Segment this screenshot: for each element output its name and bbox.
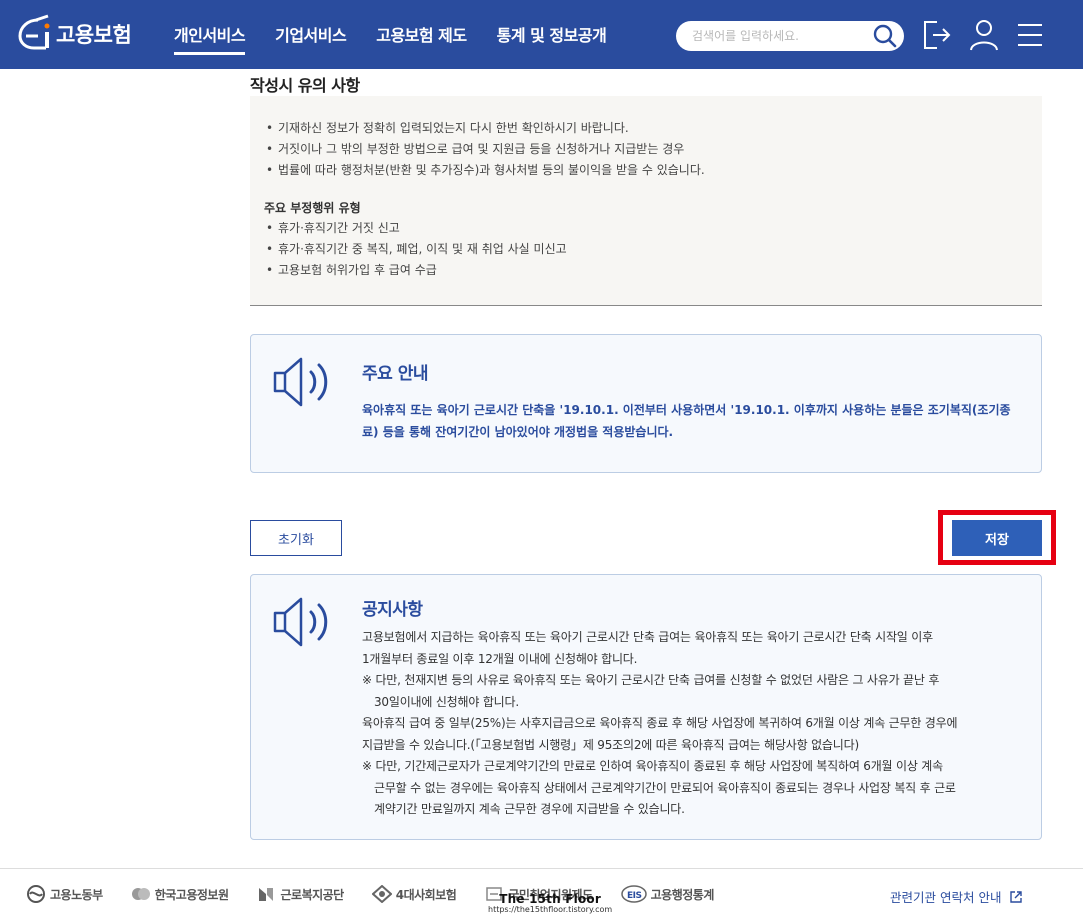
- logo-text: 고용보험: [56, 23, 132, 47]
- svg-text:EIS: EIS: [627, 891, 641, 901]
- board-notice-text: 고용보험에서 지급하는 육아휴직 또는 육아기 근로시간 단축 급여는 육아휴직…: [362, 627, 1022, 821]
- search-input[interactable]: [692, 26, 862, 46]
- nav-personal-service[interactable]: 개인서비스: [174, 22, 246, 55]
- main-nav: 개인서비스 기업서비스 고용보험 제도 통계 및 정보공개: [174, 22, 636, 55]
- board-notice-box: 공지사항 고용보험에서 지급하는 육아휴직 또는 육아기 근로시간 단축 급여는…: [250, 574, 1042, 840]
- footer-link-label: 고용노동부: [50, 887, 103, 902]
- board-line: 근무할 수 없는 경우에는 육아휴직 상태에서 근로계약기간이 만료되어 육아휴…: [374, 780, 956, 795]
- comwel-logo-icon: [259, 888, 274, 901]
- footer-link-label: 근로복지공단: [280, 887, 344, 902]
- speaker-icon: [273, 357, 328, 407]
- board-notice-title: 공지사항: [362, 600, 423, 620]
- nav-statistics[interactable]: 통계 및 정보공개: [497, 22, 607, 55]
- list-item: 기재하신 정보가 정확히 입력되었는지 다시 한번 확인하시기 바랍니다.: [264, 118, 1028, 139]
- board-line: 30일이내에 신청해야 합니다.: [374, 694, 519, 709]
- board-line: ※ 다만, 기간제근로자가 근로계약기간의 만료로 인하여 육아휴직이 종료된 …: [362, 759, 943, 773]
- board-line: 지급받을 수 있습니다.(「고용보험법 시행령」제 95조의2에 따른 육아휴직…: [362, 737, 859, 752]
- board-line: 계약기간 만료일까지 계속 근무한 경우에 지급받을 수 있습니다.: [374, 802, 685, 816]
- footer-link-comwel[interactable]: 근로복지공단: [256, 885, 344, 903]
- speaker-icon: [273, 597, 328, 647]
- user-icon[interactable]: [968, 18, 1000, 52]
- nav-insurance-system[interactable]: 고용보험 제도: [376, 22, 467, 55]
- keis-logo-icon: [131, 888, 150, 900]
- main-notice-title: 주요 안내: [362, 364, 428, 384]
- watermark-url: https://the15thfloor.tistory.com: [488, 905, 613, 914]
- top-header: 고용보험 개인서비스 기업서비스 고용보험 제도 통계 및 정보공개: [0, 0, 1083, 69]
- board-line: ※ 다만, 천재지변 등의 사유로 육아휴직 또는 육아기 근로시간 단축 급여…: [362, 673, 940, 687]
- watermark-title: The 15th Floor: [499, 892, 601, 906]
- footer-link-moel[interactable]: 고용노동부: [26, 885, 103, 903]
- related-contacts-label: 관련기관 연락처 안내: [890, 890, 1002, 905]
- main-notice-box: 주요 안내 육아휴직 또는 육아기 근로시간 단축을 '19.10.1. 이전부…: [250, 334, 1042, 473]
- external-link-icon: [1010, 890, 1023, 903]
- list-item: 법률에 따라 행정처분(반환 및 추가징수)과 형사처벌 등의 불이익을 받을 …: [264, 160, 1028, 181]
- list-item: 거짓이나 그 밖의 부정한 방법으로 급여 및 지원급 등을 신청하거나 지급받…: [264, 139, 1028, 160]
- search-box: [676, 21, 904, 51]
- reset-button[interactable]: 초기화: [250, 520, 342, 556]
- notice-box: 기재하신 정보가 정확히 입력되었는지 다시 한번 확인하시기 바랍니다. 거짓…: [250, 96, 1042, 306]
- board-line: 고용보험에서 지급하는 육아휴직 또는 육아기 근로시간 단축 급여는 육아휴직…: [362, 630, 933, 644]
- moel-logo-icon: [27, 885, 45, 903]
- eis-logo-icon: EIS: [620, 885, 647, 903]
- notice-list: 기재하신 정보가 정확히 입력되었는지 다시 한번 확인하시기 바랍니다. 거짓…: [264, 118, 1028, 181]
- watermark: The 15th Floor https://the15thfloor.tist…: [488, 892, 612, 914]
- fraud-types-list: 휴가·휴직기간 거짓 신고 휴가·휴직기간 중 복직, 폐업, 이직 및 재 취…: [264, 218, 1028, 281]
- footer-link-keis[interactable]: 한국고용정보원: [131, 885, 229, 903]
- footer-link-4insure[interactable]: 4대사회보험: [371, 885, 457, 903]
- footer-link-label: 한국고용정보원: [154, 887, 229, 902]
- footer-link-label: 4대사회보험: [395, 887, 457, 902]
- main-notice-text: 육아휴직 또는 육아기 근로시간 단축을 '19.10.1. 이전부터 사용하면…: [362, 403, 1011, 439]
- board-line: 육아휴직 급여 중 일부(25%)는 사후지급금으로 육아휴직 종료 후 해당 …: [362, 716, 958, 730]
- footer-links: 고용노동부 한국고용정보원 근로복지공단 4대사회보험 국민취업지원제도 EIS…: [26, 885, 742, 903]
- menu-icon[interactable]: [1014, 18, 1046, 52]
- save-button[interactable]: 저장: [952, 520, 1042, 556]
- site-logo[interactable]: 고용보험: [14, 14, 132, 54]
- search-icon[interactable]: [872, 24, 898, 48]
- fraud-types-title: 주요 부정행위 유형: [264, 201, 361, 215]
- list-item: 고용보험 허위가입 후 급여 수급: [264, 260, 1028, 281]
- related-contacts-link[interactable]: 관련기관 연락처 안내: [890, 887, 1023, 906]
- board-line: 1개월부터 종료일 이후 12개월 이내에 신청해야 합니다.: [362, 651, 638, 666]
- insure-logo-icon: [371, 885, 392, 903]
- list-item: 휴가·휴직기간 거짓 신고: [264, 218, 1028, 239]
- logo-ei-icon: [18, 14, 50, 50]
- notice-title: 작성시 유의 사항: [250, 76, 360, 95]
- footer-link-eis[interactable]: EIS 고용행정통계: [620, 885, 715, 903]
- list-item: 휴가·휴직기간 중 복직, 폐업, 이직 및 재 취업 사실 미신고: [264, 239, 1028, 260]
- logout-icon[interactable]: [921, 18, 953, 52]
- footer-link-label: 고용행정통계: [650, 887, 715, 902]
- nav-company-service[interactable]: 기업서비스: [275, 22, 347, 55]
